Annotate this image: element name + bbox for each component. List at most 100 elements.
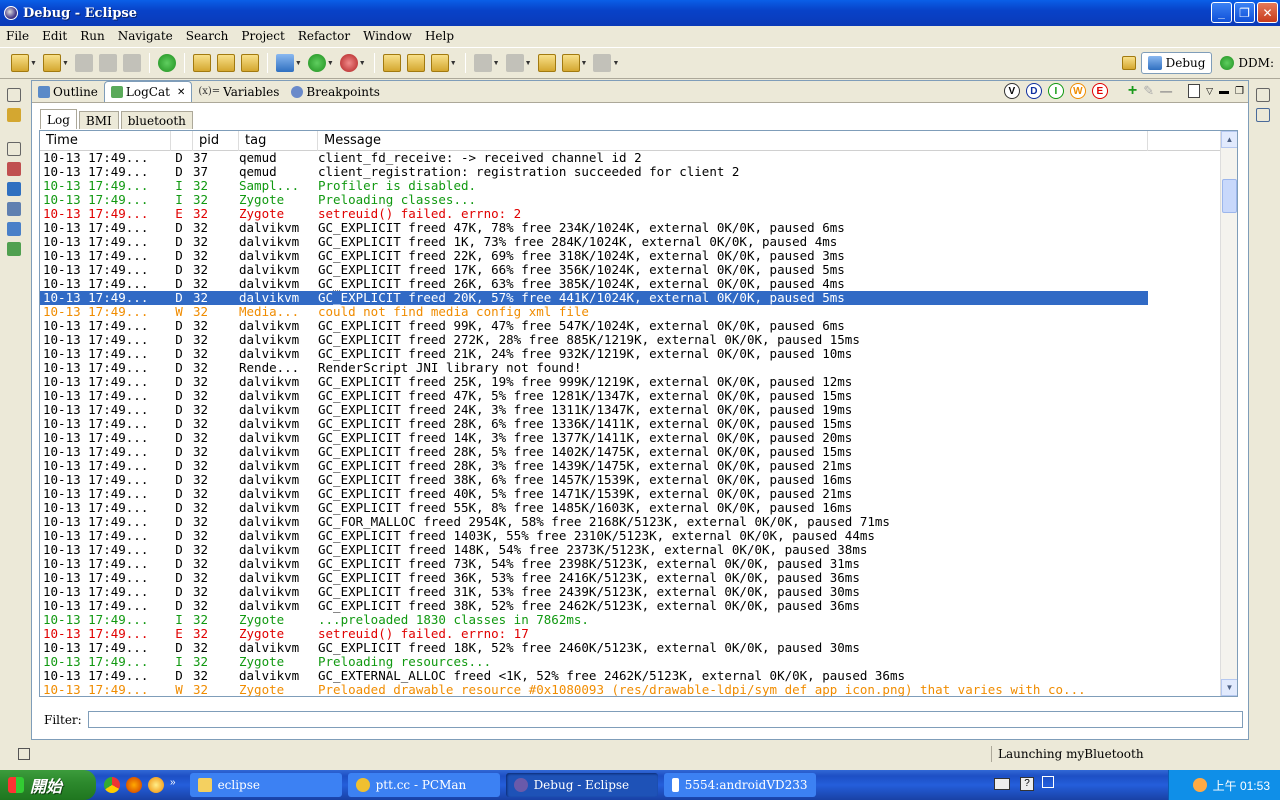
table-row[interactable]: 10-13 17:49... D 32 dalvikvm GC_EXPLICIT fre…: [40, 431, 1148, 445]
outline-icon[interactable]: [1256, 108, 1270, 122]
edit-filter-icon[interactable]: ✎: [1143, 83, 1154, 99]
open-perspective-icon[interactable]: [1121, 56, 1136, 70]
tasks-icon[interactable]: [7, 202, 21, 216]
new-java-class-icon[interactable]: [216, 54, 235, 72]
chevron-down-icon[interactable]: ▼: [295, 60, 302, 67]
vertical-scrollbar[interactable]: ▲ ▼: [1220, 131, 1237, 696]
new-test-icon[interactable]: [240, 54, 259, 72]
table-row[interactable]: 10-13 17:49... D 32 dalvikvm GC_EXPLICIT fre…: [40, 319, 1148, 333]
restore-icon[interactable]: [7, 88, 21, 102]
table-row[interactable]: 10-13 17:49... I 32 Zygote Preloading resour…: [40, 655, 1148, 669]
save-all-icon[interactable]: [98, 54, 117, 72]
task-emulator[interactable]: 5554:androidVD233: [663, 773, 816, 797]
table-row[interactable]: 10-13 17:49... D 32 dalvikvm GC_EXPLICIT fre…: [40, 585, 1148, 599]
table-row[interactable]: 10-13 17:49... D 32 dalvikvm GC_EXPLICIT fre…: [40, 403, 1148, 417]
table-row[interactable]: 10-13 17:49... D 32 dalvikvm GC_EXPLICIT fre…: [40, 290, 1149, 306]
new-android-project-icon[interactable]: [192, 54, 211, 72]
column-pid[interactable]: pid: [193, 131, 239, 151]
chevron-down-icon[interactable]: ▼: [581, 60, 588, 67]
subtab-bmi[interactable]: BMI: [78, 111, 119, 129]
chevron-down-icon[interactable]: ▼: [327, 60, 334, 67]
delete-filter-icon[interactable]: —: [1160, 84, 1172, 98]
last-edit-icon[interactable]: [537, 54, 556, 72]
chevron-down-icon[interactable]: ▼: [450, 60, 457, 67]
search-icon[interactable]: [430, 54, 449, 72]
table-row[interactable]: 10-13 17:49... D 32 dalvikvm GC_EXPLICIT fre…: [40, 417, 1148, 431]
menu-run[interactable]: Run: [74, 29, 112, 43]
open-task-icon[interactable]: [406, 54, 425, 72]
chevron-down-icon[interactable]: ▼: [612, 60, 619, 67]
table-row[interactable]: 10-13 17:49... D 32 dalvikvm GC_EXPLICIT fre…: [40, 529, 1148, 543]
table-row[interactable]: 10-13 17:49... D 32 dalvikvm GC_EXPLICIT fre…: [40, 641, 1148, 655]
console-icon[interactable]: [7, 182, 21, 196]
menu-edit[interactable]: Edit: [36, 29, 74, 43]
scroll-up-icon[interactable]: ▲: [1221, 131, 1237, 148]
debug-view-icon[interactable]: [7, 242, 21, 256]
tab-outline[interactable]: Outline: [32, 81, 104, 102]
verbose-filter-button[interactable]: V: [1003, 83, 1020, 99]
chrome-icon[interactable]: [104, 777, 120, 793]
open-type-icon[interactable]: [382, 54, 401, 72]
table-row[interactable]: 10-13 17:49... D 32 dalvikvm GC_EXPLICIT fre…: [40, 389, 1148, 403]
tab-variables[interactable]: (x)= Variables: [192, 81, 285, 102]
column-tag[interactable]: tag: [239, 131, 318, 151]
table-row[interactable]: 10-13 17:49... W 32 Zygote Preloaded drawabl…: [40, 683, 1148, 696]
table-row[interactable]: 10-13 17:49... D 32 dalvikvm GC_EXPLICIT fre…: [40, 333, 1148, 347]
table-row[interactable]: 10-13 17:49... E 32 Zygote setreuid() failed…: [40, 207, 1148, 221]
messenger-icon[interactable]: [148, 777, 164, 793]
help-icon[interactable]: ?: [1020, 777, 1034, 791]
keyboard-icon[interactable]: [994, 778, 1010, 790]
menu-navigate[interactable]: Navigate: [112, 29, 180, 43]
chevron-down-icon[interactable]: ▼: [359, 60, 366, 67]
task-pcman[interactable]: ptt.cc - PCMan: [347, 773, 500, 797]
back-icon[interactable]: [561, 54, 580, 72]
new-wizard-icon[interactable]: [42, 54, 61, 72]
next-annotation-icon[interactable]: [473, 54, 492, 72]
scroll-thumb[interactable]: [1222, 179, 1237, 213]
table-row[interactable]: 10-13 17:49... D 32 Rende... RenderScript JN…: [40, 361, 1148, 375]
restore-icon[interactable]: [1256, 88, 1270, 102]
column-message[interactable]: Message: [318, 131, 1148, 151]
info-filter-button[interactable]: I: [1047, 83, 1064, 99]
clear-log-icon[interactable]: [1188, 84, 1201, 98]
table-row[interactable]: 10-13 17:49... D 32 dalvikvm GC_EXPLICIT fre…: [40, 501, 1148, 515]
maximize-button[interactable]: ❐: [1234, 2, 1255, 23]
table-row[interactable]: 10-13 17:49... D 32 dalvikvm GC_EXPLICIT fre…: [40, 543, 1148, 557]
table-row[interactable]: 10-13 17:49... D 32 dalvikvm GC_EXPLICIT fre…: [40, 557, 1148, 571]
package-explorer-icon[interactable]: [7, 108, 21, 122]
chevron-down-icon[interactable]: ▼: [493, 60, 500, 67]
add-filter-icon[interactable]: +: [1128, 82, 1137, 100]
table-row[interactable]: 10-13 17:49... E 32 Zygote setreuid() failed…: [40, 627, 1148, 641]
external-tools-icon[interactable]: [339, 54, 358, 72]
table-row[interactable]: 10-13 17:49... I 32 Sampl... Profiler is dis…: [40, 179, 1148, 193]
restore-icon[interactable]: [7, 142, 21, 156]
scroll-down-icon[interactable]: ▼: [1221, 679, 1237, 696]
maximize-view-icon[interactable]: ❐: [1235, 86, 1244, 97]
table-row[interactable]: 10-13 17:49... D 32 dalvikvm GC_EXPLICIT fre…: [40, 375, 1148, 389]
perspective-ddms[interactable]: DDM:: [1214, 52, 1280, 74]
table-row[interactable]: 10-13 17:49... D 32 dalvikvm GC_EXPLICIT fre…: [40, 263, 1148, 277]
firefox-icon[interactable]: [126, 777, 142, 793]
table-row[interactable]: 10-13 17:49... D 32 dalvikvm GC_EXPLICIT fre…: [40, 459, 1148, 473]
close-button[interactable]: ✕: [1257, 2, 1278, 23]
previous-annotation-icon[interactable]: [505, 54, 524, 72]
tab-logcat[interactable]: LogCat ✕: [103, 81, 193, 102]
column-time[interactable]: Time: [40, 131, 171, 151]
chevron-down-icon[interactable]: ▼: [525, 60, 532, 67]
menu-help[interactable]: Help: [419, 29, 461, 43]
table-row[interactable]: 10-13 17:49... D 32 dalvikvm GC_EXPLICIT fre…: [40, 473, 1148, 487]
chevron-down-icon[interactable]: ▼: [62, 60, 69, 67]
column-level[interactable]: [171, 131, 193, 151]
warn-filter-button[interactable]: W: [1069, 83, 1086, 99]
menu-window[interactable]: Window: [357, 29, 419, 43]
table-row[interactable]: 10-13 17:49... D 32 dalvikvm GC_EXPLICIT fre…: [40, 347, 1148, 361]
tab-breakpoints[interactable]: Breakpoints: [285, 81, 386, 102]
table-row[interactable]: 10-13 17:49... D 32 dalvikvm GC_EXTERNAL_ALL…: [40, 669, 1148, 683]
chevron-right-icon[interactable]: »: [170, 777, 176, 793]
print-icon[interactable]: [122, 54, 141, 72]
table-row[interactable]: 10-13 17:49... D 32 dalvikvm GC_EXPLICIT fre…: [40, 277, 1148, 291]
table-row[interactable]: 10-13 17:49... I 32 Zygote Preloading classe…: [40, 193, 1148, 207]
table-row[interactable]: 10-13 17:49... D 32 dalvikvm GC_FOR_MALLOC f…: [40, 515, 1148, 529]
error-filter-button[interactable]: E: [1091, 83, 1108, 99]
table-row[interactable]: 10-13 17:49... D 37 qemud client_registratio…: [40, 165, 1148, 179]
